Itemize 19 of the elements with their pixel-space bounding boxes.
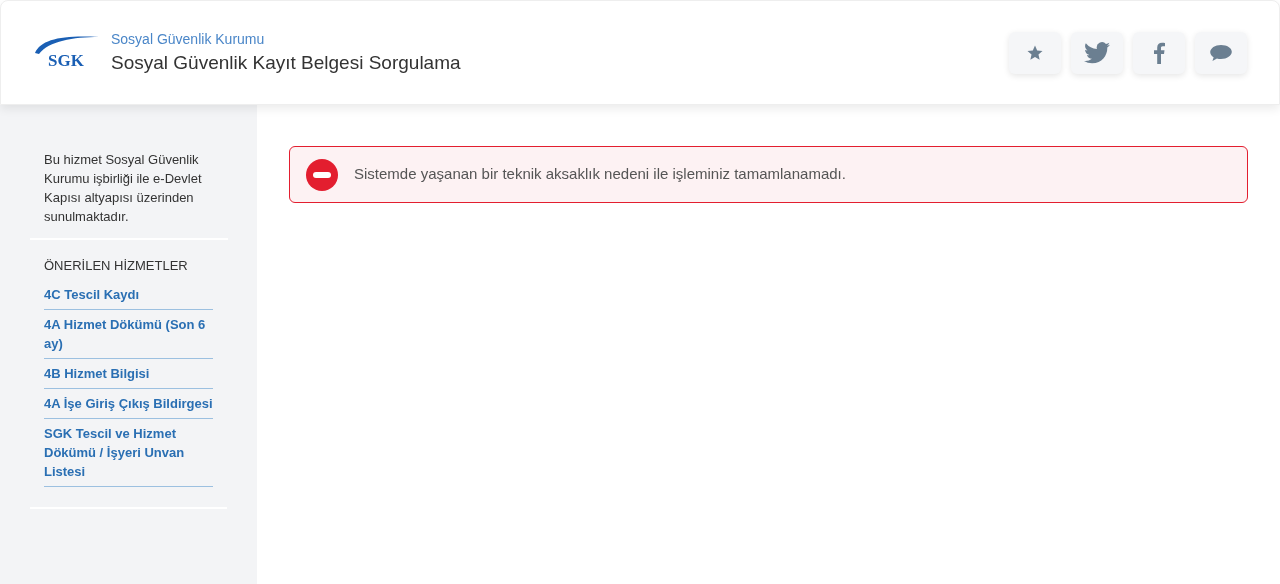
- service-link[interactable]: 4C Tescil Kaydı: [44, 279, 213, 310]
- service-link[interactable]: 4B Hizmet Bilgisi: [44, 358, 213, 389]
- logo: SGK: [33, 32, 99, 73]
- service-link[interactable]: 4A Hizmet Dökümü (Son 6 ay): [44, 309, 213, 359]
- bird-icon: [1084, 41, 1110, 64]
- service-info: Bu hizmet Sosyal Güvenlik Kurumu işbirliği ile e-Devlet Kapısı altyapısı üzerinden sunulmaktadır.: [30, 150, 228, 240]
- speech-bubble-icon: [1210, 43, 1232, 62]
- no-entry-icon: [306, 158, 338, 191]
- star-button[interactable]: [1009, 31, 1061, 74]
- facebook-button[interactable]: [1133, 31, 1185, 74]
- twitter-button[interactable]: [1071, 31, 1123, 74]
- organization-name: Sosyal Güvenlik Kurumu: [111, 29, 266, 49]
- page-title: Sosyal Güvenlik Kayıt Belgesi Sorgulama: [111, 50, 461, 75]
- service-link[interactable]: 4A İşe Giriş Çıkış Bildirgesi: [44, 388, 213, 419]
- facebook-icon: [1153, 41, 1165, 64]
- service-link[interactable]: SGK Tescil ve Hizmet Dökümü / İşyeri Unvan Listesi: [44, 418, 213, 487]
- section-title: ÖNERİLEN HİZMETLER: [44, 257, 189, 275]
- comment-button[interactable]: [1195, 31, 1247, 74]
- error-message: Sistemde yaşanan bir teknik aksaklık nedeni ile işleminiz tamamlanamadı.: [354, 164, 846, 185]
